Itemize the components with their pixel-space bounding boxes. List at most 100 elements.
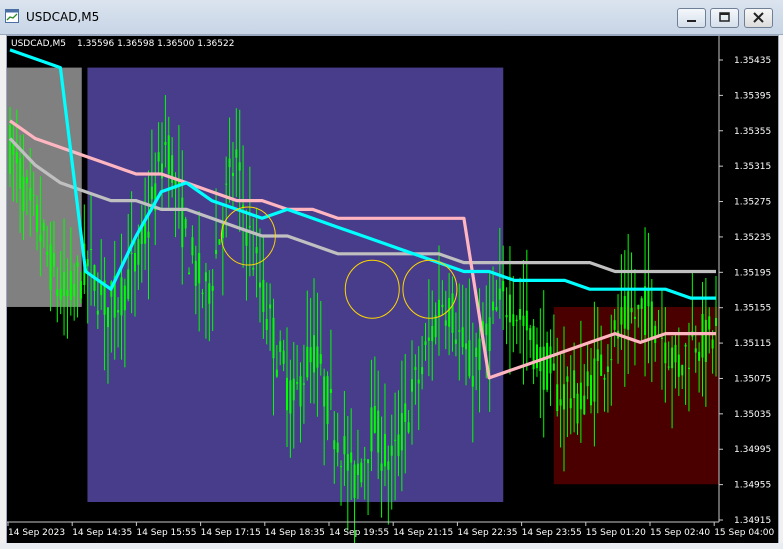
candle-body <box>380 463 383 471</box>
close-icon <box>753 12 764 23</box>
candle-body <box>123 285 126 311</box>
candle-body <box>383 434 386 467</box>
candle-body <box>90 248 93 250</box>
candle-body <box>66 289 69 296</box>
candle-body <box>552 363 555 371</box>
maximize-icon <box>719 12 730 22</box>
price-tick-label: 1.35075 <box>734 374 771 384</box>
candle-body <box>296 382 299 384</box>
candle-body <box>421 367 424 375</box>
candle-body <box>515 319 518 322</box>
candle-body <box>86 259 89 267</box>
candle-body <box>282 350 285 364</box>
candle-body <box>367 459 370 464</box>
candle-body <box>485 323 488 336</box>
candle-body <box>633 316 636 319</box>
candle-body <box>512 314 515 327</box>
candle-body <box>400 413 403 451</box>
candle-body <box>15 152 18 164</box>
maximize-button[interactable] <box>710 8 739 28</box>
price-tick-label: 1.35315 <box>734 162 771 172</box>
candle-body <box>708 316 711 330</box>
candle-body <box>711 339 714 349</box>
candle-body <box>29 188 32 201</box>
close-button[interactable] <box>744 8 773 28</box>
candle-body <box>302 383 305 385</box>
price-chart[interactable]: 1.35435 1.35395 1.35355 1.35315 1.35275 1.352… <box>7 36 778 544</box>
price-tick-label: 1.35275 <box>734 198 771 208</box>
candle-body <box>265 318 268 331</box>
candle-body <box>225 183 228 185</box>
candle-body <box>130 252 133 255</box>
candle-body <box>606 366 609 372</box>
candle-body <box>350 452 353 463</box>
candle-body <box>120 277 123 316</box>
time-tick-label: 14 Sep 2023 <box>8 528 65 538</box>
candle-body <box>603 377 606 380</box>
candle-body <box>448 297 451 327</box>
candle-body <box>150 186 153 200</box>
candle-body <box>12 144 15 155</box>
candle-body <box>640 298 643 309</box>
candle-body <box>694 348 697 353</box>
candle-body <box>569 398 572 409</box>
candle-body <box>218 239 221 245</box>
candle-body <box>208 283 211 304</box>
candle-body <box>340 466 343 468</box>
window-title: USDCAD,M5 <box>26 10 100 24</box>
candle-body <box>69 271 72 301</box>
candle-body <box>133 253 136 272</box>
candle-body <box>39 234 42 242</box>
candle-body <box>681 365 684 376</box>
time-tick-label: 14 Sep 22:35 <box>457 528 517 538</box>
candle-body <box>285 377 288 411</box>
candle-body <box>353 464 356 499</box>
candle-body <box>292 378 295 401</box>
candle-body <box>289 380 292 414</box>
minimize-button[interactable] <box>677 8 706 28</box>
candle-body <box>201 292 204 294</box>
candle-body <box>465 343 468 350</box>
candle-body <box>377 410 380 453</box>
candle-body <box>715 318 717 326</box>
chart-area[interactable]: 1.35435 1.35395 1.35355 1.35315 1.35275 1.352… <box>6 35 779 545</box>
candle-body <box>438 299 441 316</box>
candle-body <box>701 314 704 358</box>
candle-body <box>49 244 52 290</box>
candle-body <box>549 346 552 374</box>
candle-body <box>546 342 549 390</box>
price-tick-label: 1.34915 <box>734 516 771 526</box>
time-tick-label: 14 Sep 21:15 <box>393 528 453 538</box>
candle-body <box>610 359 613 361</box>
price-tick-label: 1.35035 <box>734 410 771 420</box>
candle-body <box>654 325 657 343</box>
candle-body <box>451 293 454 333</box>
session-zone <box>87 67 504 502</box>
price-tick-label: 1.35395 <box>734 91 771 101</box>
candle-body <box>593 358 596 402</box>
candle-body <box>424 341 427 345</box>
candle-body <box>204 272 207 282</box>
candle-body <box>79 281 82 299</box>
price-tick-label: 1.34995 <box>734 445 771 455</box>
candle-body <box>573 370 576 399</box>
candle-body <box>343 436 346 455</box>
candle-body <box>326 376 329 424</box>
time-tick-label: 15 Sep 02:40 <box>650 528 710 538</box>
candle-body <box>279 341 282 353</box>
candle-body <box>562 384 565 410</box>
candle-body <box>444 320 447 326</box>
candle-body <box>505 315 508 318</box>
candle-body <box>194 260 197 286</box>
time-tick-label: 14 Sep 18:35 <box>265 528 325 538</box>
candle-body <box>387 461 390 470</box>
candle-body <box>56 289 59 297</box>
time-tick-label: 14 Sep 14:35 <box>72 528 132 538</box>
candle-body <box>316 346 319 368</box>
time-scale: 14 Sep 2023 14 Sep 14:35 14 Sep 15:55 14 Se… <box>7 522 775 538</box>
time-tick-label: 15 Sep 04:00 <box>714 528 774 538</box>
candle-body <box>698 351 701 361</box>
candle-body <box>22 176 25 212</box>
candle-body <box>542 346 545 390</box>
time-tick-label: 14 Sep 17:15 <box>201 528 261 538</box>
